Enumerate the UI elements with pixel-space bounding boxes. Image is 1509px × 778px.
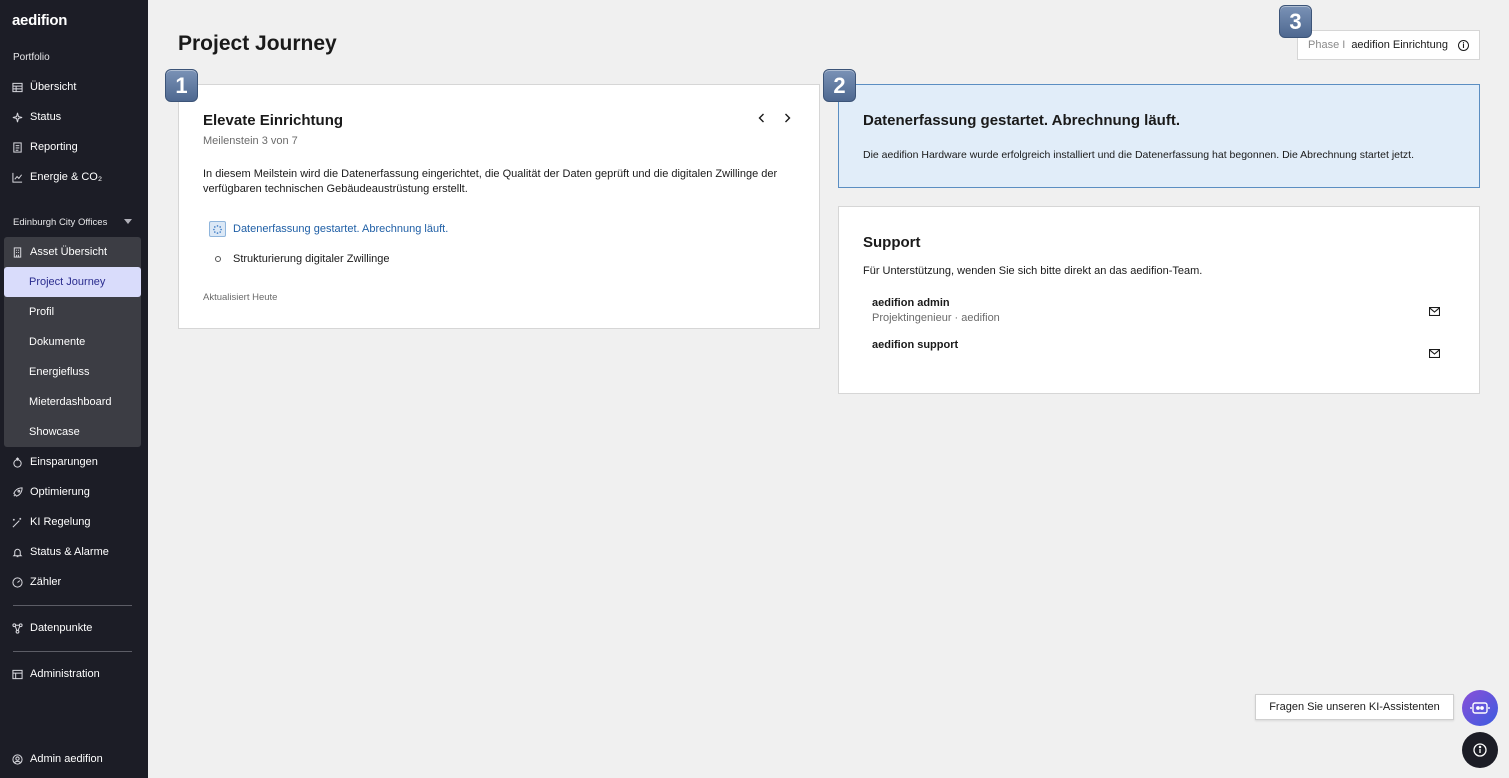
rocket-icon [12,486,23,498]
savings-icon [12,456,23,468]
milestone-step-current[interactable]: Datenerfassung gestartet. Abrechnung läu… [209,221,448,237]
milestone-description: In diesem Meilstein wird die Datenerfass… [203,168,778,195]
sidebar-item-user[interactable]: Admin aedifion [4,744,141,774]
sidebar-item-datenpunkte[interactable]: Datenpunkte [4,613,141,643]
step-label: Strukturierung digitaler Zwillinge [233,253,390,265]
admin-table-icon [12,669,23,680]
sidebar-item-einsparungen[interactable]: Einsparungen [4,447,141,477]
milestone-card: Elevate Einrichtung Meilenstein 3 von 7 … [178,84,820,329]
chevron-right-icon [785,113,791,123]
bell-icon [12,547,23,558]
sidebar-item-energie[interactable]: Energie & CO₂ [4,162,141,192]
sidebar-item-label: Datenpunkte [30,622,93,634]
contact-name: aedifion support [872,339,959,351]
page-title: Project Journey [178,32,337,55]
updated-label: Aktualisiert Heute [203,292,278,303]
caret-down-icon [124,219,132,224]
sidebar: aedifion Portfolio Übersicht Status Repo… [0,0,148,778]
milestone-subtitle: Meilenstein 3 von 7 [203,135,298,147]
sidebar-item-ki-regelung[interactable]: KI Regelung [4,507,141,537]
sidebar-item-label: Zähler [30,576,62,588]
sidebar-divider [13,605,132,606]
support-title: Support [863,234,921,251]
contact-role: Projektingenieur · aedifion [872,312,1000,324]
phase-selector[interactable]: Phase I aedifion Einrichtung i [1297,30,1480,60]
robot-icon [1470,702,1490,714]
sidebar-item-showcase[interactable]: Showcase [4,417,141,447]
support-text: Für Unterstützung, wenden Sie sich bitte… [863,265,1203,277]
table-icon [12,82,23,93]
document-icon [12,141,23,153]
portfolio-label: Portfolio [13,52,50,63]
milestone-step-pending: Strukturierung digitaler Zwillinge [209,251,390,267]
info-circle-icon [1473,743,1487,757]
magic-wand-icon [12,517,23,528]
sparkle-icon [12,112,23,123]
sidebar-item-label: Administration [30,668,100,680]
status-card: Datenerfassung gestartet. Abrechnung läu… [838,84,1480,188]
previous-milestone-button[interactable] [755,111,769,125]
sidebar-divider [13,651,132,652]
circle-icon [214,256,221,262]
sidebar-item-dokumente[interactable]: Dokumente [4,327,141,357]
sidebar-item-label: KI Regelung [30,516,91,528]
sidebar-item-mieterdashboard[interactable]: Mieterdashboard [4,387,141,417]
building-icon [12,246,23,258]
phase-value: aedifion Einrichtung [1351,39,1448,51]
meter-icon [12,576,23,588]
next-milestone-button[interactable] [780,111,794,125]
user-icon [12,753,23,765]
sidebar-item-profil[interactable]: Profil [4,297,141,327]
sidebar-item-label: Admin aedifion [30,753,103,765]
status-text: Die aedifion Hardware wurde erfolgreich … [863,149,1414,161]
chevron-left-icon [758,113,764,123]
sidebar-item-asset-uebersicht[interactable]: Asset Übersicht [4,237,141,267]
support-card: Support Für Unterstützung, wenden Sie si… [838,206,1480,394]
assistant-bot-button[interactable] [1462,690,1498,726]
step-badge-2: 2 [823,69,856,102]
spinner-icon [209,221,226,237]
sidebar-item-label: Reporting [30,141,78,153]
chart-icon [12,172,23,183]
sidebar-item-label: Energie & CO₂ [30,171,103,183]
phase-label: Phase I [1308,39,1346,51]
milestone-title: Elevate Einrichtung [203,112,344,129]
sidebar-item-zaehler[interactable]: Zähler [4,567,141,597]
sidebar-item-label: Optimierung [30,486,90,498]
site-selector-label: Edinburgh City Offices [13,216,108,228]
step-badge-3: 3 [1279,5,1312,38]
sidebar-item-project-journey[interactable]: Project Journey [4,267,141,297]
sidebar-item-label: Asset Übersicht [30,246,108,258]
network-icon [12,622,23,634]
sidebar-item-label: Übersicht [30,81,77,93]
mail-icon[interactable] [1429,307,1440,316]
sidebar-item-energiefluss[interactable]: Energiefluss [4,357,141,387]
contact-name: aedifion admin [872,297,950,309]
sidebar-item-uebersicht[interactable]: Übersicht [4,72,141,102]
sidebar-item-reporting[interactable]: Reporting [4,132,141,162]
sidebar-item-label: Einsparungen [30,456,98,468]
step-label: Datenerfassung gestartet. Abrechnung läu… [233,223,449,235]
info-button[interactable] [1462,732,1498,768]
sidebar-item-status[interactable]: Status [4,102,141,132]
sidebar-item-label: Status [30,111,62,123]
step-badge-1: 1 [165,69,198,102]
mail-icon[interactable] [1429,349,1440,358]
assistant-label: Fragen Sie unseren KI-Assistenten [1269,701,1440,713]
site-selector[interactable]: Edinburgh City Offices [4,212,141,232]
sidebar-item-label: Status & Alarme [30,546,109,558]
sidebar-item-status-alarme[interactable]: Status & Alarme [4,537,141,567]
status-title: Datenerfassung gestartet. Abrechnung läu… [863,112,1180,129]
logo: aedifion [12,12,68,29]
sidebar-item-administration[interactable]: Administration [4,659,141,689]
info-icon[interactable]: i [1458,40,1469,51]
ask-assistant-button[interactable]: Fragen Sie unseren KI-Assistenten [1255,694,1454,720]
sidebar-item-optimierung[interactable]: Optimierung [4,477,141,507]
